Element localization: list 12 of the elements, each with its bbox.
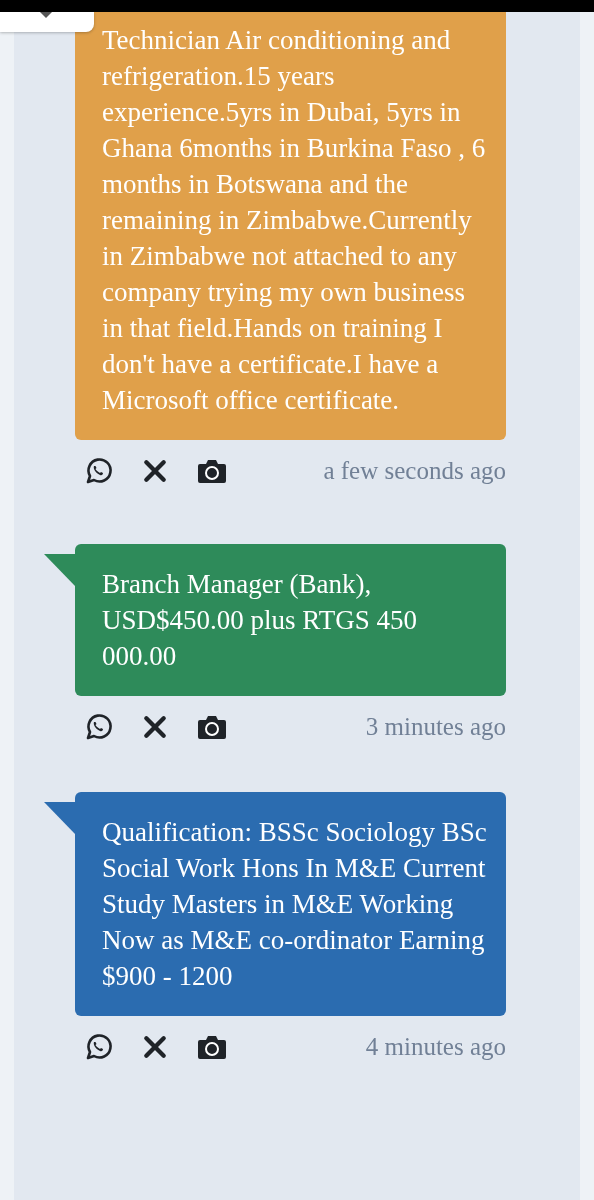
message-text: Technician Air conditioning and refrigeration.15 years experience.5yrs in Dubai, 5yrs in Ghana 6months in Burkina Faso , 6 months in Botswana and the remaining in Zimbabwe.Currently in Zimbabwe not attached to any company trying my own business in that field.Hands on training I don't have a certificate.I have a Microsoft office certificate. <box>102 24 487 417</box>
timestamp: 4 minutes ago <box>365 1033 506 1061</box>
timestamp: a few seconds ago <box>323 457 506 485</box>
camera-icon[interactable] <box>197 1034 227 1060</box>
close-icon[interactable] <box>142 1034 168 1060</box>
timestamp: 3 minutes ago <box>365 713 506 741</box>
camera-icon[interactable] <box>197 714 227 740</box>
close-icon[interactable] <box>142 458 168 484</box>
message-text: Qualification: BSSc Sociology BSc Social Work Hons In M&E Current Study Masters in M&E Working Now as M&E co-ordinator Earning $900 - 1200 <box>102 816 488 993</box>
close-icon[interactable] <box>142 714 168 740</box>
camera-icon[interactable] <box>197 458 227 484</box>
message-text: Branch Manager (Bank), USD$450.00 plus RTGS 450 000.00 <box>102 568 418 673</box>
